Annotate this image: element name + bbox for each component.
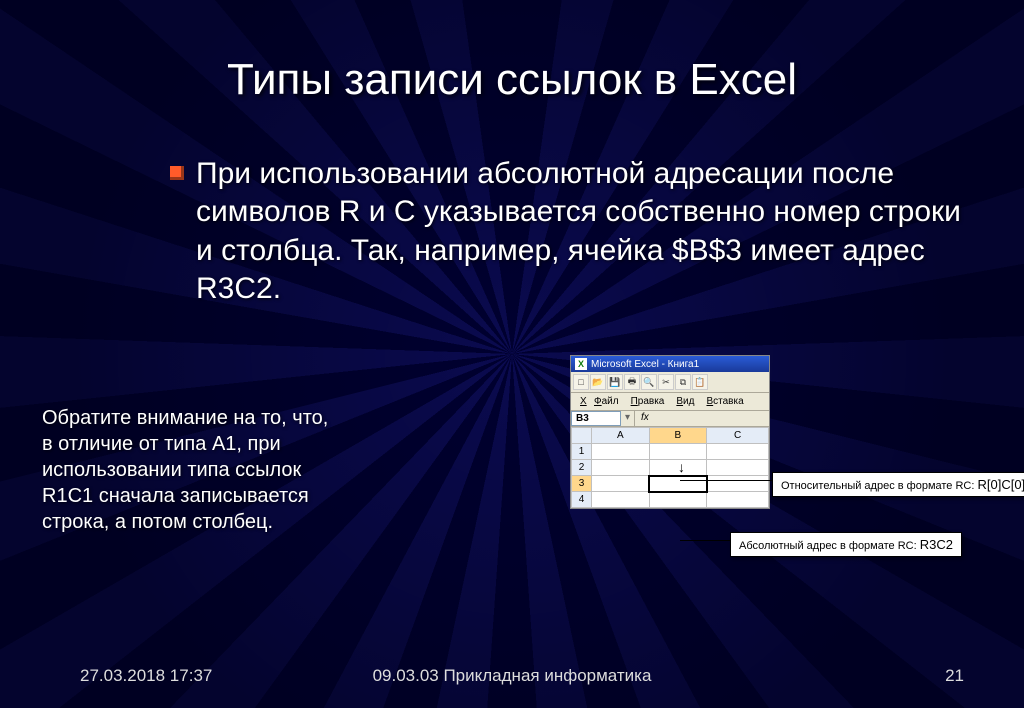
selected-cell (649, 476, 707, 492)
callout-relative-value: R[0]C[0] (977, 477, 1024, 492)
excel-doc-icon: X (575, 395, 587, 407)
footer: 27.03.2018 17:37 09.03.03 Прикладная инф… (0, 666, 1024, 686)
menu-file: Файл (589, 395, 624, 408)
col-A: A (592, 428, 650, 444)
arrow-down-icon: ↓ (678, 459, 685, 475)
preview-icon: 🔍 (641, 374, 657, 390)
excel-app-icon: X (575, 358, 587, 370)
excel-title-text: Microsoft Excel - Книга1 (591, 359, 699, 370)
callout-absolute-value: R3C2 (920, 537, 953, 552)
row-3: 3 (572, 476, 592, 492)
menu-insert: Вставка (701, 395, 748, 408)
callout-absolute: Абсолютный адрес в формате RC: R3C2 (730, 532, 962, 557)
excel-screenshot: X Microsoft Excel - Книга1 □ 📂 💾 🖶 🔍 ✂ ⧉… (570, 355, 770, 509)
body-block: При использовании абсолютной адресации п… (170, 155, 964, 309)
fx-label: fx (634, 411, 655, 426)
callout-relative-label: Относительный адрес в формате RC: (781, 480, 977, 492)
excel-namebox-row: B3 ▾ fx (571, 411, 769, 427)
footer-subject: 09.03.03 Прикладная информатика (373, 666, 652, 686)
slide-title: Типы записи ссылок в Excel (0, 0, 1024, 105)
col-B: B (649, 428, 707, 444)
row-2: 2 (572, 460, 592, 476)
copy-icon: ⧉ (675, 374, 691, 390)
cut-icon: ✂ (658, 374, 674, 390)
callout-absolute-label: Абсолютный адрес в формате RC: (739, 540, 920, 552)
row-4: 4 (572, 492, 592, 508)
footer-date: 27.03.2018 17:37 (80, 666, 212, 686)
new-file-icon: □ (573, 374, 589, 390)
paste-icon: 📋 (692, 374, 708, 390)
open-icon: 📂 (590, 374, 606, 390)
footer-page: 21 (945, 666, 964, 686)
name-box: B3 (571, 411, 621, 426)
col-C: C (707, 428, 769, 444)
excel-toolbar: □ 📂 💾 🖶 🔍 ✂ ⧉ 📋 (571, 372, 769, 393)
body-text: При использовании абсолютной адресации п… (196, 155, 964, 309)
excel-grid: A B C 1 2 3 4 ↓ (571, 427, 769, 508)
excel-menu: X Файл Правка Вид Вставка (571, 393, 769, 411)
callout-relative: Относительный адрес в формате RC: R[0]C[… (772, 472, 1024, 497)
side-note: Обратите внимание на то, что, в отличие … (42, 405, 332, 535)
save-icon: 💾 (607, 374, 623, 390)
row-1: 1 (572, 444, 592, 460)
menu-edit: Правка (626, 395, 670, 408)
bullet-icon (170, 166, 184, 180)
menu-view: Вид (671, 395, 699, 408)
excel-titlebar: X Microsoft Excel - Книга1 (571, 356, 769, 372)
print-icon: 🖶 (624, 374, 640, 390)
